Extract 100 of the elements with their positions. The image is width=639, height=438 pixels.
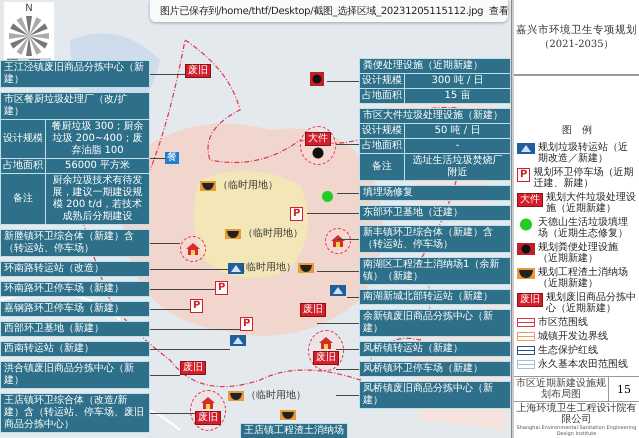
company-name: 上海环境卫生工程设计院有限公司 [516, 403, 637, 425]
house-icon [200, 396, 216, 410]
sheet-number: 15 [616, 382, 632, 398]
table-cell-text: - [454, 139, 460, 153]
table-cell-text: 餐厨垃圾 300；厨余垃圾 200~400；废弃油脂 100 [50, 120, 145, 158]
feces-facility-icon [517, 243, 535, 255]
kitchen-waste-marker: 餐 [165, 152, 179, 164]
table-cell: 占地面积 [1, 159, 46, 173]
transfer-station-icon [330, 285, 346, 296]
legend-label: 天德山生活垃圾填埋场（近期生态修复） [538, 217, 629, 239]
table-cell: 占地面积 [360, 139, 405, 153]
leader-line [307, 212, 359, 214]
recycling-center-marker: 废旧 [195, 411, 221, 425]
table-title: 粪便处理设施（近期新建） [360, 59, 510, 74]
table-cell-text: 厨余垃圾技术有待发展，建议一期建设规模 200 t/d，若技术成熟后分期建设 [52, 174, 144, 224]
facility-label: 王店镇环卫综合体（改造/新建）含（转运站、停车场、废旧商品分拣中心） [0, 393, 150, 433]
parking-symbol: P [517, 168, 530, 182]
table-cell: 设计规模 [360, 124, 405, 138]
table-cell: 设计规模 [360, 74, 405, 88]
facility-label: 王店镇工程渣土消纳场 [240, 423, 348, 438]
legend-label: 规划垃圾转运站（近期改造／新建） [538, 142, 629, 164]
legend-label: 规划废旧商品分拣中心（近期新建） [546, 292, 637, 314]
facility-label: 凤桥镇废旧商品分拣中心（新建） [359, 381, 511, 409]
facility-label: 南湖区工程渣土消纳场1（余新镇）（新建） [359, 257, 511, 285]
table-cell-text: 300 吨 / 日 [430, 74, 484, 88]
bowl-icon [298, 263, 314, 273]
parking-marker: P [290, 207, 304, 221]
notification-message: 图片已保存到/home/thtf/Desktop/截图_选择区域_20231205115112.jpg [160, 4, 484, 18]
facility-label: 洪合镇废旧商品分拣中心（新建） [0, 361, 150, 389]
table-cell-text: 15 亩 [444, 89, 472, 103]
recycling-center-marker: 废旧 [180, 361, 206, 375]
leader-line [150, 242, 180, 244]
transfer-station-icon [230, 335, 246, 346]
table-cell: 备注 [1, 174, 46, 224]
facility-symbol: 废旧 [517, 293, 543, 307]
leader-line [150, 288, 215, 290]
plan-years: （2021-2035） [539, 38, 614, 51]
table-cell: 占地面积 [360, 89, 405, 103]
parking-marker: P [190, 299, 204, 313]
site-note: （临时用地） [246, 390, 306, 402]
feces-facility-icon [310, 72, 324, 86]
house-icon [318, 336, 334, 350]
transfer-station-icon [228, 263, 244, 274]
site-note: （临时用地） [243, 228, 303, 240]
legend-label: 规划大件垃圾处理设施（近期新建） [546, 192, 637, 214]
leader-line [150, 158, 165, 159]
table-cell-text: 50 吨 / 日 [434, 124, 482, 138]
legend-label: 规划环卫停车场（近期迁建、新建） [533, 167, 634, 189]
facility-label: 南湖新城北部转运站（新建） [359, 289, 511, 305]
facility-label: 新塍镇环卫综合体（新建）含（转运站、停车场） [0, 229, 150, 257]
table-title: 市区大件垃圾处理设施（新建） [360, 109, 510, 124]
facility-symbol: 大件 [517, 193, 543, 207]
facility-label: 西南转运站（新建） [0, 341, 150, 357]
facility-label: 王江泾镇废旧商品分拣中心（新建） [0, 60, 150, 88]
table-title: 市区餐厨垃圾处理厂（改/扩建） [1, 93, 149, 120]
leader-line [150, 308, 190, 310]
landfill-dot-icon [322, 191, 333, 202]
bulky-waste-badge: 大件 [305, 132, 331, 146]
legend-title: 图 例 [561, 124, 593, 137]
recycling-center-marker: 废旧 [300, 303, 326, 317]
facility-label: 嘉钢路环卫停车场（新建） [0, 301, 150, 317]
plan-title: 嘉兴市环境卫生专项规划 [516, 23, 637, 37]
facility-label: 余新镇废旧商品分拣中心（新建） [359, 309, 511, 337]
bowl-icon [200, 181, 216, 191]
facility-label: 环南路转运站（改造） [0, 261, 150, 277]
table-cell: 备注 [360, 154, 405, 180]
facility-label: 东部环卫基地（迁建） [359, 205, 511, 221]
facility-label: 西部环卫基地（新建） [0, 321, 150, 337]
view-button[interactable]: 查看 [487, 4, 512, 18]
legend-label: 永久基本农田范围线 [538, 359, 628, 370]
bowl-icon [280, 410, 296, 420]
leader-line [317, 322, 359, 324]
legend-label: 生态保护红线 [538, 345, 598, 356]
landfill-dot-icon [517, 218, 535, 231]
leader-line [150, 374, 180, 376]
table-cell-text: 56000 平方米 [64, 159, 131, 173]
facility-label: 凤桥镇转运站（新建） [359, 341, 511, 357]
parking-marker: P [215, 281, 228, 295]
facility-label: 填埋场修复 [359, 185, 511, 201]
bowl-icon [228, 391, 244, 401]
house-icon [330, 234, 346, 248]
transfer-station-icon [517, 143, 535, 154]
house-icon [185, 242, 201, 256]
dot-icon [312, 147, 324, 159]
facility-label: 新丰镇环卫综合体（新建）含（转运站、停车场） [359, 225, 511, 253]
legend-label: 规划粪便处理设施（近期新建） [538, 242, 619, 264]
site-note: （临时用地） [236, 262, 296, 274]
site-note: （临时用地） [218, 180, 278, 192]
table-cell: 设计规模 [1, 120, 46, 158]
leader-line [327, 80, 359, 82]
recycling-center-marker: 废旧 [185, 64, 211, 78]
legend-label: 市区范围线 [538, 317, 588, 328]
leader-line [150, 412, 195, 414]
recycling-center-marker: 废旧 [313, 351, 339, 365]
sheet-name: 市区近期新建设施规划布局图 [514, 377, 609, 401]
table-cell-text: 选址生活垃圾焚烧厂附近 [412, 154, 504, 180]
parking-marker: P [240, 317, 254, 331]
legend-label: 城镇开发边界线 [538, 331, 608, 342]
leader-line [317, 270, 359, 272]
bowl-icon [225, 229, 241, 239]
